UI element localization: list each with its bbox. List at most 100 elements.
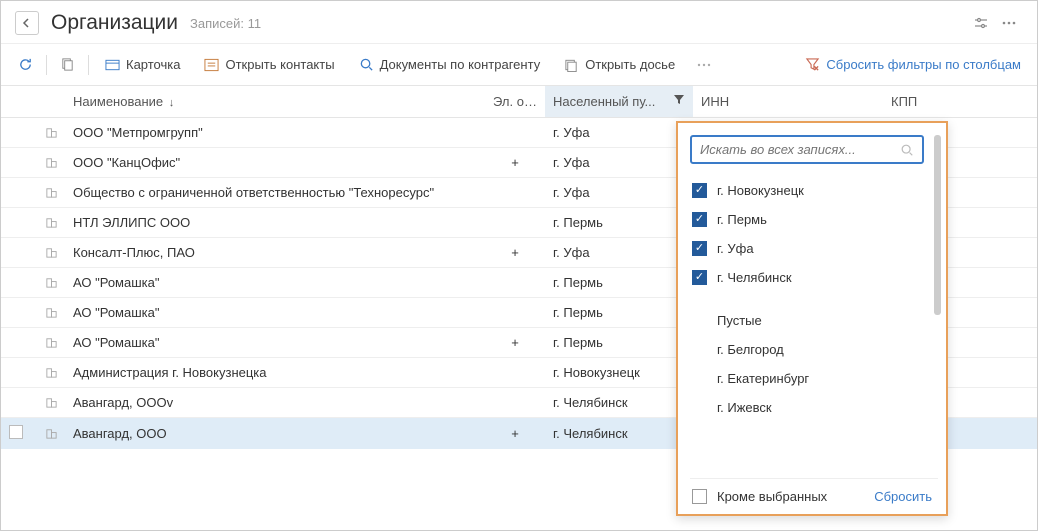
cell-name: Консалт-Плюс, ПАО [65,238,485,268]
app-window: Организации Записей: 11 Карточка Открыть… [0,0,1038,531]
scrollbar-thumb[interactable] [934,135,941,315]
copy-icon [60,57,75,72]
cell-email [485,358,545,388]
filter-option[interactable]: г. Челябинск [690,263,930,292]
column-city[interactable]: Населенный пу... [545,86,693,118]
card-icon [105,59,120,71]
cell-email [485,118,545,148]
more-icon[interactable] [995,17,1023,29]
column-inn[interactable]: ИНН [693,86,883,118]
filter-option[interactable]: г. Новокузнецк [690,176,930,205]
dossier-icon [564,58,579,72]
cell-email: + [485,238,545,268]
building-icon [45,427,57,440]
building-icon [45,396,57,409]
more-actions-button[interactable] [689,58,719,72]
cell-city: г. Пермь [545,298,693,328]
filter-option-label: г. Уфа [717,241,754,256]
cell-email [485,178,545,208]
filter-reset-button[interactable]: Сбросить [874,489,932,504]
filter-option[interactable]: г. Пермь [690,205,930,234]
dossier-label: Открыть досье [585,57,675,72]
cell-name: Общество с ограниченной ответственностью… [65,178,485,208]
cell-email [485,208,545,238]
reset-filters-label: Сбросить фильтры по столбцам [826,57,1021,72]
card-button[interactable]: Карточка [95,52,190,77]
copy-button[interactable] [53,52,82,77]
card-label: Карточка [126,57,180,72]
filter-checkbox[interactable] [692,270,707,285]
cell-city: г. Челябинск [545,388,693,418]
cell-email [485,298,545,328]
cell-city: г. Уфа [545,238,693,268]
cell-email [485,268,545,298]
settings-sliders-icon[interactable] [967,11,995,35]
refresh-icon [18,57,33,72]
arrow-left-icon [21,17,33,29]
open-contacts-button[interactable]: Открыть контакты [194,52,344,77]
filter-option[interactable]: г. Екатеринбург [690,364,930,393]
column-name[interactable]: Наименование ↓ [65,86,485,118]
cell-city: г. Челябинск [545,418,693,450]
filter-checkbox[interactable] [692,241,707,256]
filter-checkbox[interactable] [692,212,707,227]
funnel-x-icon [805,57,820,72]
filter-checkbox[interactable] [692,183,707,198]
building-icon [45,276,57,289]
cell-name: Авангард, ООО [65,418,485,450]
cell-city: г. Новокузнецк [545,358,693,388]
documents-button[interactable]: Документы по контрагенту [349,52,551,77]
filter-option-label: г. Новокузнецк [717,183,804,198]
cell-city: г. Уфа [545,178,693,208]
contacts-icon [204,58,219,72]
building-icon [45,186,57,199]
record-count: Записей: 11 [190,16,261,31]
more-icon [696,63,712,67]
filter-option[interactable]: г. Белгород [690,335,930,364]
cell-email: + [485,148,545,178]
dossier-button[interactable]: Открыть досье [554,52,685,77]
column-checkbox[interactable] [1,86,37,118]
building-icon [45,306,57,319]
filter-scrollbar[interactable] [934,135,944,472]
cell-city: г. Уфа [545,118,693,148]
search-doc-icon [359,57,374,72]
filter-option-label: г. Челябинск [717,270,792,285]
filter-option[interactable]: Пустые [690,306,930,335]
cell-name: АО "Ромашка" [65,298,485,328]
cell-name: НТЛ ЭЛЛИПС ООО [65,208,485,238]
cell-name: АО "Ромашка" [65,268,485,298]
filter-search[interactable] [690,135,924,164]
reset-column-filters-button[interactable]: Сбросить фильтры по столбцам [805,57,1027,72]
filter-option[interactable]: г. Ижевск [690,393,930,422]
filter-option[interactable]: г. Уфа [690,234,930,263]
toolbar: Карточка Открыть контакты Документы по к… [1,44,1037,85]
cell-email: + [485,418,545,450]
cell-name: Администрация г. Новокузнецка [65,358,485,388]
filter-search-input[interactable] [700,142,900,157]
building-icon [45,336,57,349]
cell-email [485,388,545,418]
row-checkbox[interactable] [9,425,23,439]
cell-city: г. Пермь [545,268,693,298]
funnel-icon [673,94,685,106]
search-icon [900,143,914,157]
cell-email: + [485,328,545,358]
cell-city: г. Пермь [545,208,693,238]
column-email[interactable]: Эл. об... [485,86,545,118]
building-icon [45,216,57,229]
except-selected-checkbox[interactable] [692,489,707,504]
filter-option-label: Пустые [717,313,762,328]
column-kpp[interactable]: КПП [883,86,1037,118]
building-icon [45,246,57,259]
back-button[interactable] [15,11,39,35]
cell-city: г. Пермь [545,328,693,358]
building-icon [45,366,57,379]
building-icon [45,156,57,169]
cell-name: ООО "КанцОфис" [65,148,485,178]
filter-option-label: г. Белгород [717,342,784,357]
filter-footer: Кроме выбранных Сбросить [690,478,938,504]
open-contacts-label: Открыть контакты [225,57,334,72]
filter-option-label: г. Ижевск [717,400,772,415]
refresh-button[interactable] [11,52,40,77]
